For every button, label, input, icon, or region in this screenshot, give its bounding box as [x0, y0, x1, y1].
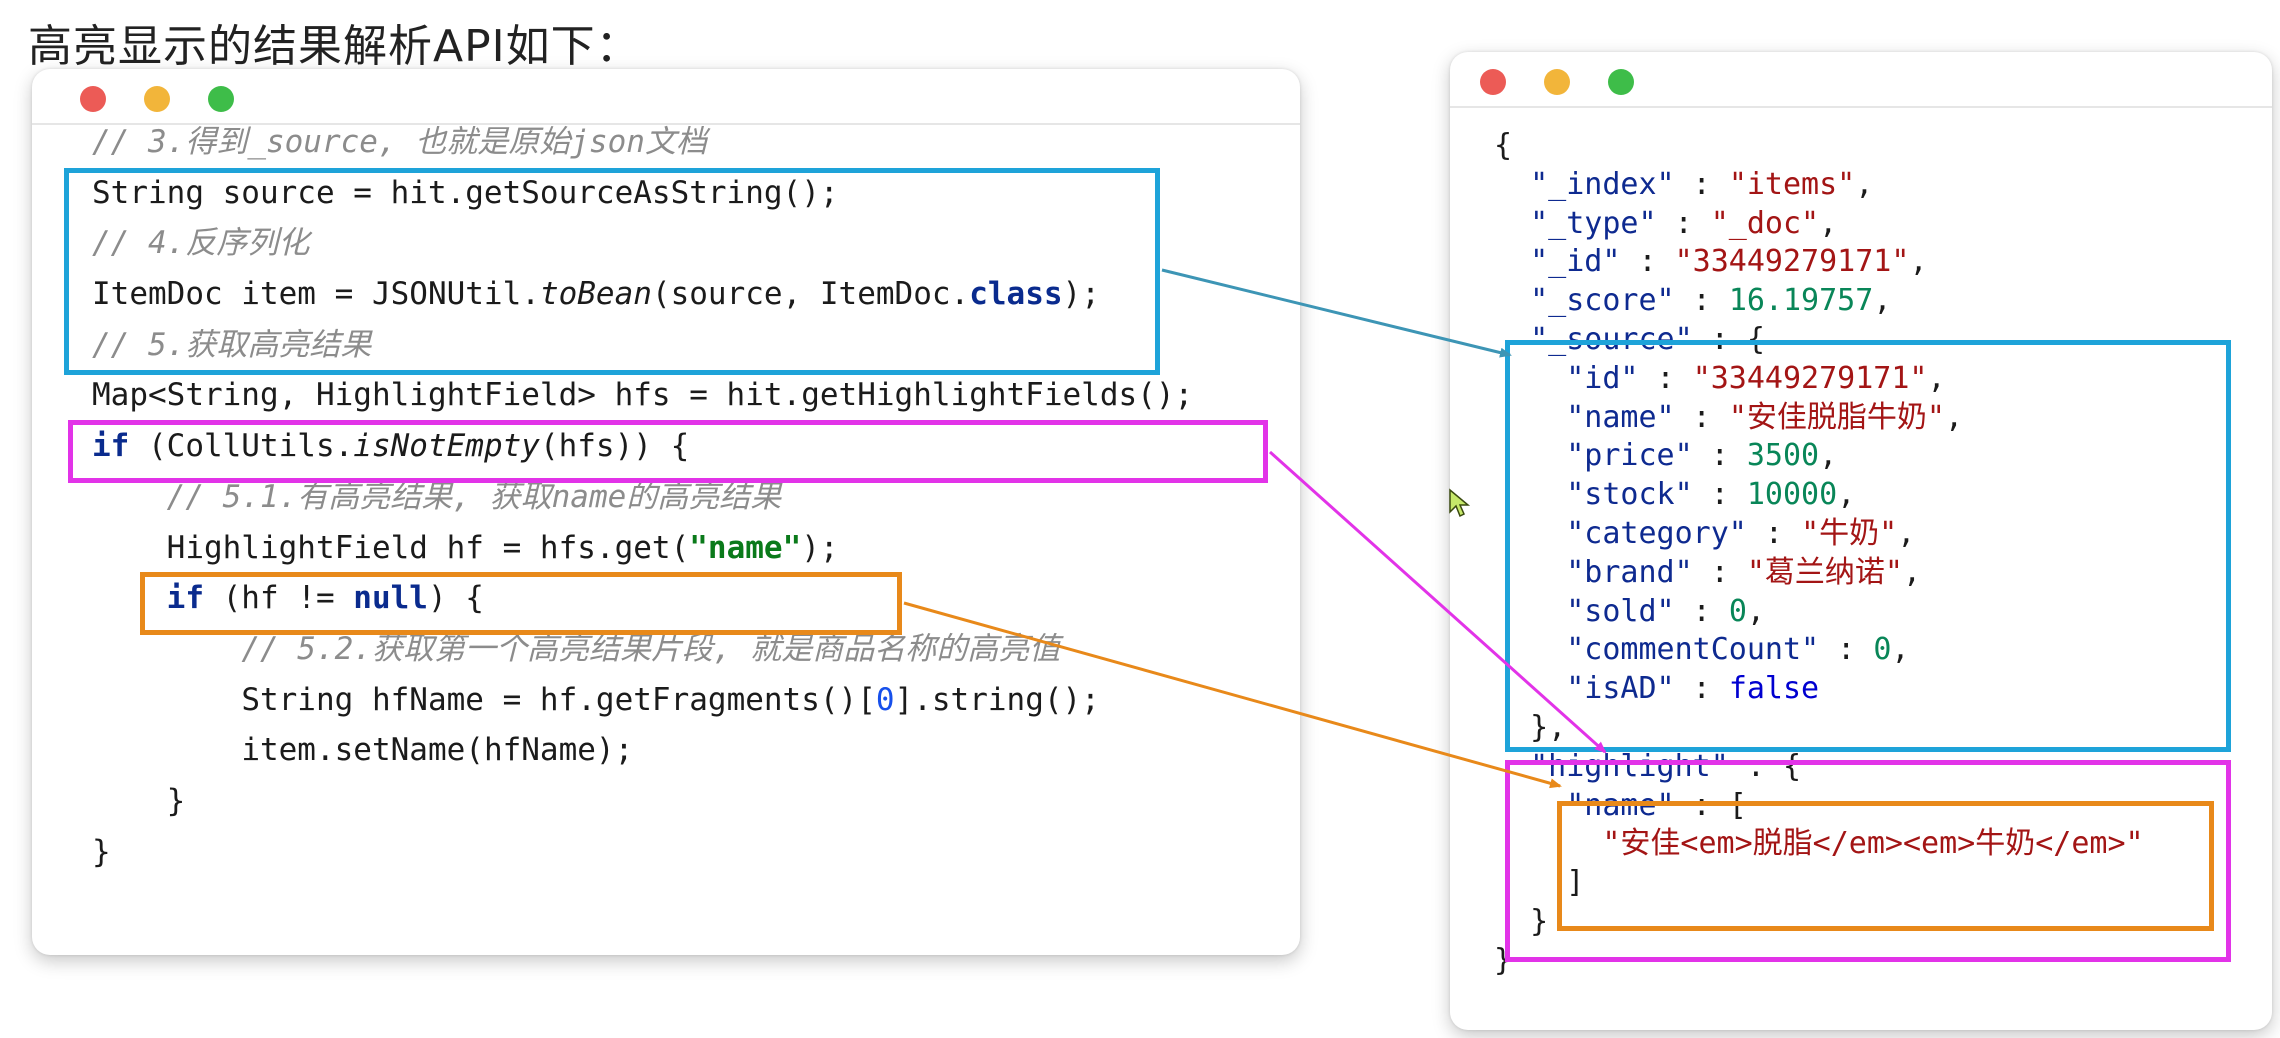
- name-arrow: [903, 601, 1562, 789]
- mouse-cursor-icon: [1449, 488, 1471, 518]
- connector-arrows: [903, 268, 1607, 789]
- highlight-arrow: [1268, 450, 1607, 754]
- source-arrow: [1161, 268, 1512, 358]
